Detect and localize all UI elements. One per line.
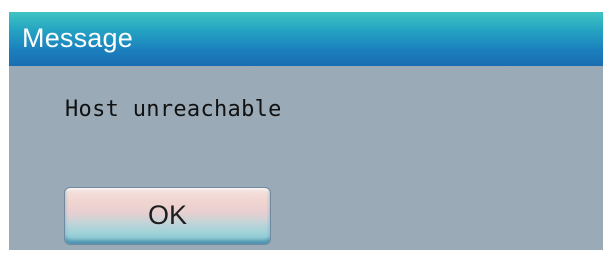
dialog-title: Message [22, 23, 133, 53]
message-dialog: Message Host unreachable OK [9, 12, 603, 250]
dialog-titlebar: Message [9, 12, 603, 66]
ok-button-label: OK [147, 199, 187, 230]
ok-button[interactable]: OK [64, 187, 271, 245]
dialog-message: Host unreachable [65, 97, 282, 122]
